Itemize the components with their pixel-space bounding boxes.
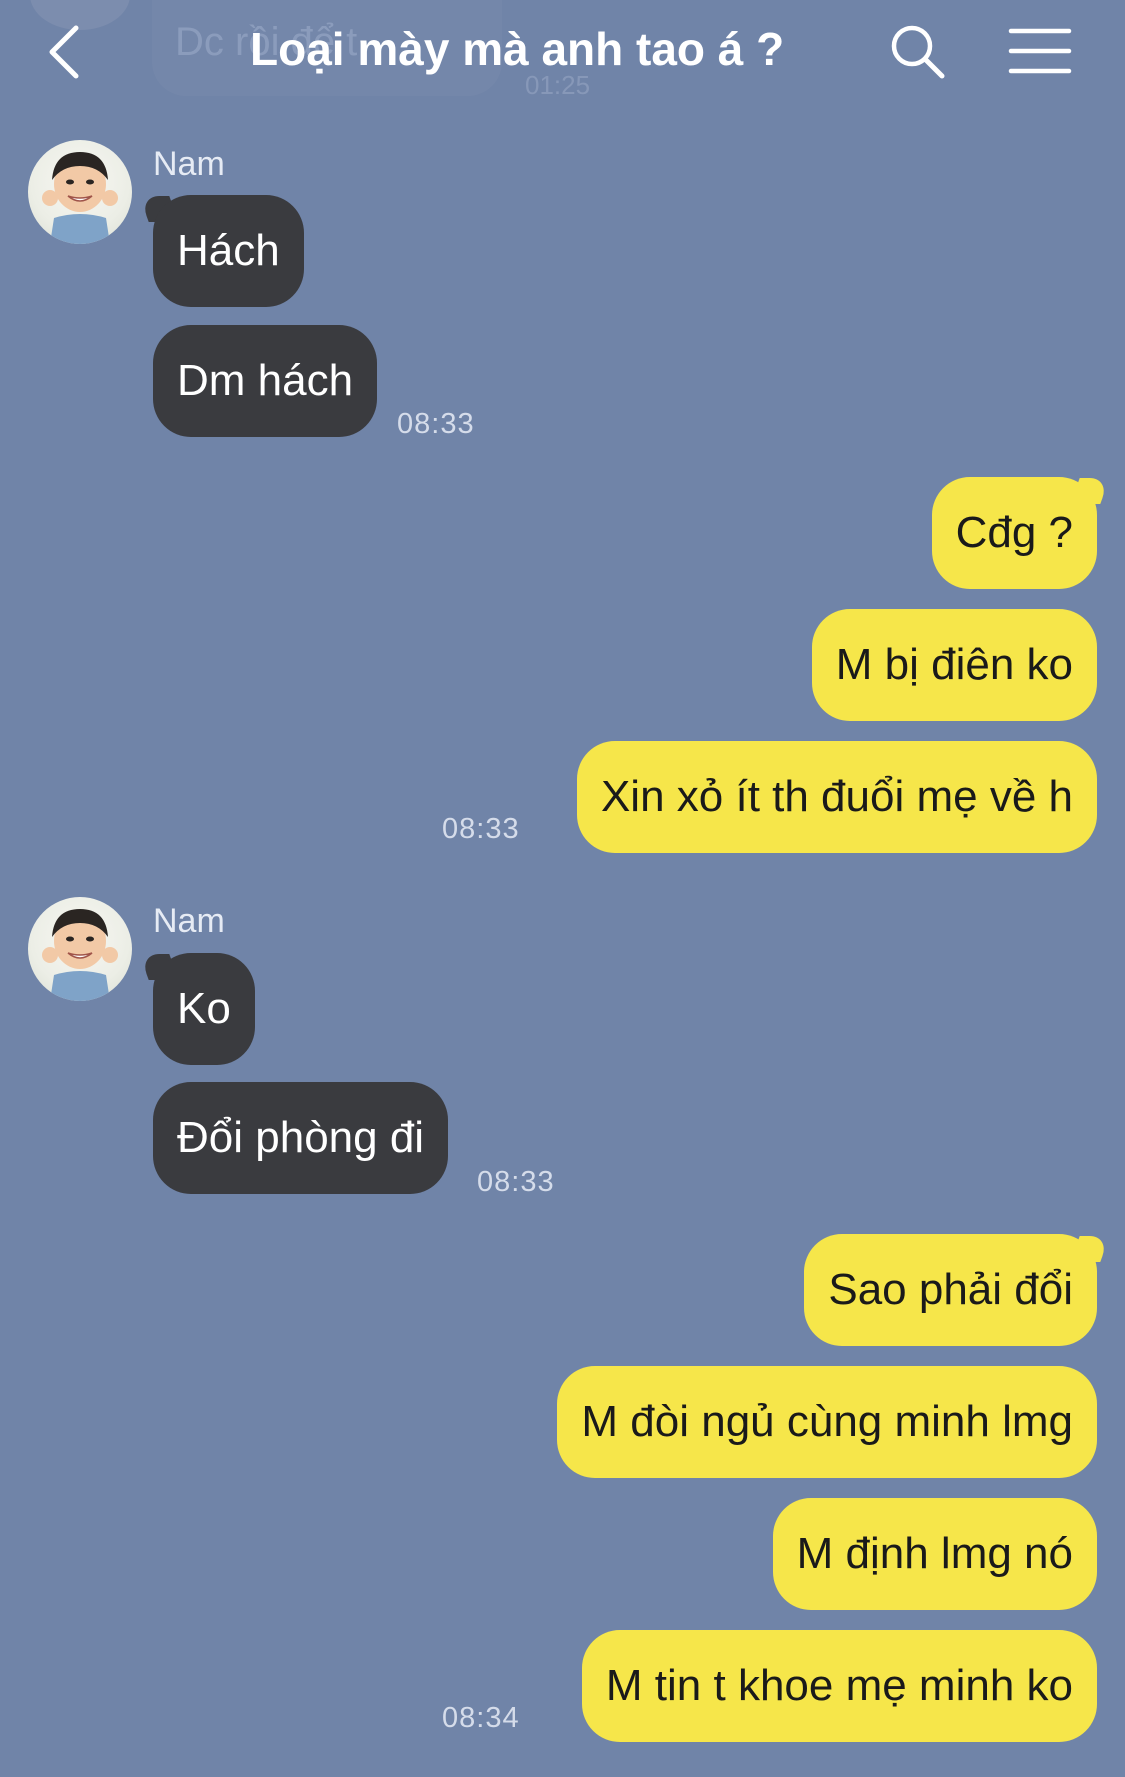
back-button[interactable] <box>40 22 90 82</box>
search-icon <box>891 25 945 79</box>
sender-avatar[interactable] <box>28 897 132 1001</box>
message-time: 08:33 <box>477 1166 555 1198</box>
outgoing-message[interactable]: M tin t khoe mẹ minh ko <box>581 1630 1097 1742</box>
message-time: 08:33 <box>397 408 475 440</box>
search-button[interactable] <box>888 22 948 82</box>
message-time: 08:33 <box>442 813 520 845</box>
outgoing-message[interactable]: M bị điên ko <box>811 609 1097 721</box>
chevron-left-icon <box>49 25 79 79</box>
child-avatar-icon <box>42 909 118 1001</box>
outgoing-message[interactable]: M định lmg nó <box>772 1498 1097 1610</box>
outgoing-message[interactable]: M đòi ngủ cùng minh lmg <box>557 1366 1097 1478</box>
outgoing-message[interactable]: Xin xỏ ít th đuổi mẹ về h <box>576 741 1097 853</box>
incoming-message[interactable]: Dm hách <box>153 325 378 437</box>
child-avatar-icon <box>42 152 118 244</box>
sender-name: Nam <box>153 902 225 940</box>
hamburger-menu-icon <box>1008 28 1072 74</box>
chat-title: Loại mày mà anh tao á ? <box>250 23 785 75</box>
menu-button[interactable] <box>1008 26 1072 76</box>
sender-name: Nam <box>153 145 225 183</box>
sender-avatar[interactable] <box>28 140 132 244</box>
outgoing-message[interactable]: Sao phải đổi <box>804 1234 1097 1346</box>
message-time: 08:34 <box>442 1702 520 1734</box>
incoming-message[interactable]: Đổi phòng đi <box>153 1082 449 1194</box>
outgoing-message[interactable]: Cđg ? <box>931 477 1097 589</box>
incoming-message[interactable]: Ko <box>153 953 255 1065</box>
incoming-message[interactable]: Hách <box>153 195 304 307</box>
chat-header: Dc rồi để t 01:25 Loại mày mà anh tao á … <box>0 0 1125 110</box>
